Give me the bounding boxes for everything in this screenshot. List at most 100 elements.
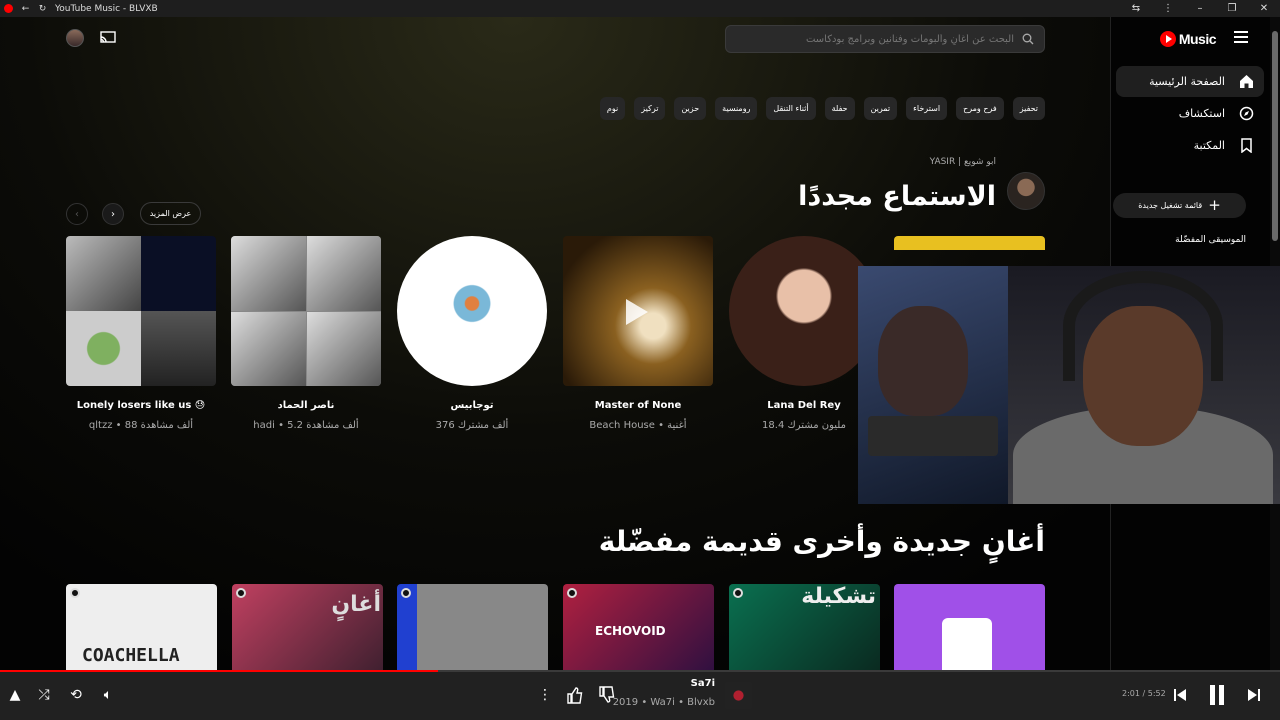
tile-label: أغانٍ bbox=[331, 592, 381, 617]
more-options-icon[interactable]: ⋮ bbox=[534, 684, 556, 706]
play-icon[interactable] bbox=[626, 299, 648, 325]
chip-happy[interactable]: فرح ومرح bbox=[956, 97, 1004, 120]
plus-icon: + bbox=[1208, 196, 1221, 214]
tile-mix[interactable]: تشكيلة bbox=[729, 584, 880, 670]
menu-icon[interactable] bbox=[1234, 31, 1248, 43]
account-avatar[interactable] bbox=[66, 29, 84, 47]
user-avatar[interactable] bbox=[1007, 172, 1045, 210]
now-playing-subtitle[interactable]: 2019 • Wa7i • Blvxb bbox=[613, 697, 715, 708]
chip-romance[interactable]: رومنسية bbox=[715, 97, 758, 120]
search-input[interactable] bbox=[744, 33, 1014, 45]
now-playing-title[interactable]: Sa7i bbox=[691, 678, 715, 689]
tile-echovoid[interactable]: ECHOVOID bbox=[563, 584, 714, 670]
repeat-icon[interactable]: ⟲ bbox=[65, 684, 87, 706]
tile-label: تشكيلة bbox=[801, 584, 876, 609]
card-lonely-losers[interactable]: Lonely losers like us 😓 qltzz • 88 ألف م… bbox=[66, 236, 216, 431]
chip-commute[interactable]: أثناء التنقل bbox=[766, 97, 816, 120]
radio-icon bbox=[733, 588, 743, 598]
tile-coachella[interactable]: COACHELLA bbox=[66, 584, 217, 670]
card-title[interactable]: توجابيس bbox=[397, 400, 547, 413]
app-icon bbox=[0, 0, 17, 17]
home-icon bbox=[1240, 75, 1253, 88]
card-master-of-none[interactable]: Master of None Beach House • أغنية bbox=[563, 236, 713, 431]
pause-icon[interactable] bbox=[1203, 681, 1231, 709]
sidebar-item-favorites[interactable]: الموسيقى المفضّلة bbox=[1175, 235, 1246, 245]
radio-icon bbox=[70, 588, 80, 598]
chip-sleep[interactable]: نوم bbox=[599, 97, 626, 120]
card-title[interactable]: Master of None bbox=[563, 400, 713, 413]
card-tojabis[interactable]: توجابيس 376 ألف مشترك bbox=[397, 236, 547, 431]
sidebar-item-label: المكتبة bbox=[1193, 139, 1225, 152]
card-naser-alhammad[interactable]: ناصر الحماد hadi • 5.2 ألف مشاهدة bbox=[231, 236, 381, 431]
scrollbar-thumb[interactable] bbox=[1272, 31, 1278, 241]
chip-motivation[interactable]: تحفيز bbox=[1012, 97, 1045, 120]
mood-chips: تحفيز فرح ومرح استرخاء تمرين حفلة أثناء … bbox=[599, 97, 1045, 120]
sidebar-item-explore[interactable]: استكشاف bbox=[1116, 98, 1264, 129]
search-bar[interactable] bbox=[725, 25, 1045, 53]
like-icon[interactable] bbox=[563, 684, 585, 706]
previous-icon[interactable] bbox=[1169, 684, 1191, 706]
tile-liked[interactable] bbox=[894, 584, 1045, 670]
card-artwork[interactable] bbox=[729, 236, 879, 386]
new-playlist-button[interactable]: قائمة تشغيل جديدة + bbox=[1113, 193, 1246, 218]
chip-sad[interactable]: حزين bbox=[674, 97, 707, 120]
tile-grunge[interactable] bbox=[397, 584, 548, 670]
window-title: YouTube Music - BLVXB bbox=[55, 3, 158, 14]
search-icon[interactable] bbox=[1022, 33, 1034, 45]
progress-bar[interactable] bbox=[0, 670, 1280, 672]
close-icon[interactable]: ✕ bbox=[1248, 0, 1280, 17]
sidebar-item-label: الصفحة الرئيسية bbox=[1149, 75, 1225, 88]
new-playlist-label: قائمة تشغيل جديدة bbox=[1138, 201, 1203, 210]
chip-focus[interactable]: تركيز bbox=[634, 97, 666, 120]
reload-icon[interactable]: ↻ bbox=[34, 0, 51, 17]
next-icon[interactable] bbox=[1243, 684, 1265, 706]
player-bar: ▲ ⤮ ⟲ 🔈︎ ⋮ Sa7i 2019 • Wa7i • Blvxb 2:01… bbox=[0, 670, 1280, 720]
card-partial-artwork[interactable] bbox=[894, 236, 1045, 250]
now-playing-thumbnail[interactable] bbox=[725, 682, 752, 709]
sidebar-item-home[interactable]: الصفحة الرئيسية bbox=[1116, 66, 1264, 97]
card-title[interactable]: ناصر الحماد bbox=[231, 400, 381, 413]
tile-label: COACHELLA bbox=[82, 645, 180, 666]
scroll-left-button[interactable]: ‹ bbox=[66, 203, 88, 225]
maximize-icon[interactable]: ❐ bbox=[1216, 0, 1248, 17]
card-subtitle: 376 ألف مشترك bbox=[435, 420, 509, 431]
card-artwork[interactable] bbox=[397, 236, 547, 386]
more-menu-icon[interactable]: ⋮ bbox=[1152, 0, 1184, 17]
card-lana-del-rey[interactable]: Lana Del Rey 18.4 مليون مشترك bbox=[729, 236, 879, 431]
card-artwork[interactable] bbox=[563, 236, 713, 386]
radio-icon bbox=[401, 588, 411, 598]
section-title-new-and-old: أغانٍ جديدة وأخرى قديمة مفضّلة bbox=[598, 525, 1045, 558]
card-artwork[interactable] bbox=[231, 236, 381, 386]
card-subtitle: Beach House • أغنية bbox=[589, 420, 687, 431]
cast-icon[interactable] bbox=[100, 31, 116, 43]
thumbs-up-icon bbox=[942, 618, 992, 670]
logo-text: Music bbox=[1178, 31, 1217, 47]
shuffle-icon[interactable]: ⤮ bbox=[33, 684, 55, 706]
progress-fill bbox=[0, 670, 438, 672]
app-main: تحفيز فرح ومرح استرخاء تمرين حفلة أثناء … bbox=[0, 17, 1280, 670]
chip-workout[interactable]: تمرين bbox=[863, 97, 898, 120]
expand-icon[interactable]: ▲ bbox=[4, 684, 26, 706]
card-title[interactable]: Lonely losers like us 😓 bbox=[66, 400, 216, 413]
card-title[interactable]: Lana Del Rey bbox=[729, 400, 879, 413]
youtube-music-logo[interactable]: Music bbox=[1159, 31, 1217, 47]
chip-party[interactable]: حفلة bbox=[824, 97, 855, 120]
webcam-overlay bbox=[858, 266, 1280, 504]
card-subtitle: hadi • 5.2 ألف مشاهدة bbox=[253, 420, 359, 431]
sidebar-item-library[interactable]: المكتبة bbox=[1116, 130, 1264, 161]
tile-aghani[interactable]: أغانٍ bbox=[232, 584, 383, 670]
section-subtitle: YASIR | ابو شويع bbox=[929, 157, 996, 167]
translate-icon[interactable]: ⇆ bbox=[1120, 0, 1152, 17]
bookmark-icon bbox=[1241, 138, 1252, 153]
minimize-icon[interactable]: – bbox=[1184, 0, 1216, 17]
compass-icon bbox=[1239, 106, 1254, 121]
show-more-button[interactable]: عرض المزيد bbox=[140, 202, 201, 225]
tile-label: ECHOVOID bbox=[595, 624, 666, 638]
sidebar-item-label: استكشاف bbox=[1178, 107, 1225, 120]
scroll-right-button[interactable]: › bbox=[102, 203, 124, 225]
card-artwork[interactable] bbox=[66, 236, 216, 386]
volume-icon[interactable]: 🔈︎ bbox=[97, 684, 119, 706]
logo-icon bbox=[1159, 31, 1176, 47]
back-icon[interactable]: ← bbox=[17, 0, 34, 17]
chip-relax[interactable]: استرخاء bbox=[906, 97, 948, 120]
